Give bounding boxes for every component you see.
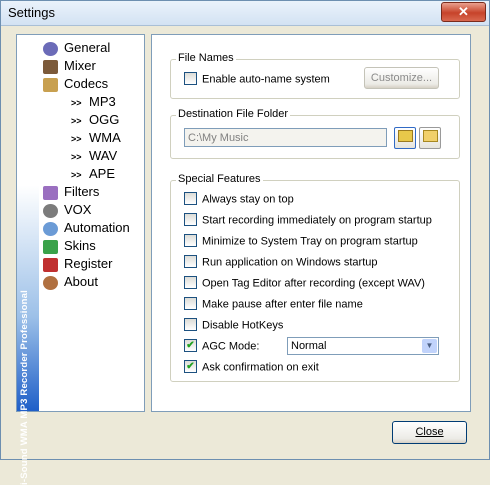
sidebar-item-mp3[interactable]: >> MP3	[71, 93, 116, 111]
window-title: Settings	[8, 5, 55, 20]
checkbox-box	[184, 255, 197, 268]
chevron-right-icon: >>	[71, 170, 82, 180]
sidebar-item-label: APE	[89, 166, 116, 181]
agc-mode-checkbox[interactable]: ✔ AGC Mode:	[184, 339, 260, 355]
option-label: AGC Mode:	[202, 340, 260, 353]
sidebar-item-vox[interactable]: VOX	[43, 201, 91, 219]
close-button[interactable]: Close	[392, 421, 467, 444]
chevron-right-icon: >>	[71, 134, 82, 144]
checkmark-icon: ✔	[184, 339, 197, 352]
auto-name-checkbox[interactable]: Enable auto-name system	[184, 72, 330, 88]
mixer-icon	[43, 59, 58, 74]
checkmark-icon: ✔	[184, 360, 197, 373]
option-label: Open Tag Editor after recording (except …	[202, 277, 425, 290]
clock-icon	[43, 221, 58, 236]
sidebar-item-mixer[interactable]: Mixer	[43, 57, 96, 75]
option-label: Always stay on top	[202, 193, 294, 206]
sidebar-item-ogg[interactable]: >> OGG	[71, 111, 119, 129]
sidebar-item-label: Filters	[64, 184, 100, 199]
skins-icon	[43, 239, 58, 254]
sidebar-item-label: About	[64, 274, 98, 289]
customize-button[interactable]: Customize...	[364, 67, 439, 89]
option-label: Disable HotKeys	[202, 319, 284, 332]
close-window-button[interactable]: ✕	[441, 2, 486, 22]
sidebar-item-filters[interactable]: Filters	[43, 183, 99, 201]
checkbox-box	[184, 318, 197, 331]
folder-icon	[422, 130, 438, 142]
agc-mode-value: Normal	[291, 340, 327, 352]
sidebar-item-skins[interactable]: Skins	[43, 237, 96, 255]
sidebar-item-label: Skins	[64, 238, 96, 253]
destination-title: Destination File Folder	[176, 108, 291, 120]
checkbox-box	[184, 72, 197, 85]
about-icon	[43, 275, 58, 290]
sidebar-item-label: Codecs	[64, 76, 109, 91]
option-label: Start recording immediately on program s…	[202, 214, 432, 227]
checkbox-box	[184, 234, 197, 247]
sidebar-item-label: Automation	[64, 220, 130, 235]
ask-confirmation-checkbox[interactable]: ✔ Ask confirmation on exit	[184, 360, 319, 376]
sidebar-item-register[interactable]: Register	[43, 255, 112, 273]
sidebar-item-label: WMA	[89, 130, 121, 145]
codecs-icon	[43, 77, 58, 92]
destination-path-input[interactable]: C:\My Music	[184, 128, 387, 147]
pause-after-name-checkbox[interactable]: Make pause after enter file name	[184, 297, 363, 313]
open-tag-editor-checkbox[interactable]: Open Tag Editor after recording (except …	[184, 276, 425, 292]
option-label: Ask confirmation on exit	[202, 361, 319, 374]
sidebar-item-label: General	[64, 40, 111, 55]
title-bar: Settings ✕	[1, 1, 489, 26]
sidebar-item-label: WAV	[89, 148, 118, 163]
sidebar-banner: i-Sound WMA MP3 Recorder Professional	[17, 35, 39, 485]
open-folder-button[interactable]	[419, 127, 441, 149]
sidebar-item-label: Register	[64, 256, 113, 271]
option-label: Make pause after enter file name	[202, 298, 363, 311]
gear-icon	[43, 41, 58, 56]
settings-window: Settings ✕ i-Sound WMA MP3 Recorder Prof…	[0, 0, 490, 485]
browse-folder-button[interactable]	[394, 127, 416, 149]
sidebar-item-label: Mixer	[64, 58, 96, 73]
start-recording-checkbox[interactable]: Start recording immediately on program s…	[184, 213, 432, 229]
special-features-title: Special Features	[176, 173, 263, 185]
file-names-title: File Names	[176, 52, 236, 64]
settings-panel: File Names Enable auto-name system Custo…	[151, 34, 471, 412]
checkbox-box	[184, 213, 197, 226]
product-name: i-Sound WMA MP3 Recorder Professional	[19, 290, 30, 485]
chevron-right-icon: >>	[71, 98, 82, 108]
option-label: Minimize to System Tray on program start…	[202, 235, 418, 248]
auto-name-label: Enable auto-name system	[202, 73, 330, 86]
minimize-tray-checkbox[interactable]: Minimize to System Tray on program start…	[184, 234, 418, 250]
register-icon	[43, 257, 58, 272]
always-on-top-checkbox[interactable]: Always stay on top	[184, 192, 294, 208]
filters-icon	[43, 185, 58, 200]
sidebar-item-automation[interactable]: Automation	[43, 219, 130, 237]
chevron-right-icon: >>	[71, 116, 82, 126]
sidebar-item-wav[interactable]: >> WAV	[71, 147, 117, 165]
sidebar-item-label: VOX	[64, 202, 92, 217]
vox-icon	[43, 203, 58, 218]
disable-hotkeys-checkbox[interactable]: Disable HotKeys	[184, 318, 284, 334]
sidebar-item-codecs[interactable]: Codecs	[43, 75, 108, 93]
agc-mode-select[interactable]: Normal ▼	[287, 337, 439, 355]
option-label: Run application on Windows startup	[202, 256, 378, 269]
sidebar-item-wma[interactable]: >> WMA	[71, 129, 121, 147]
new-folder-icon	[397, 130, 413, 142]
checkbox-box	[184, 192, 197, 205]
checkbox-box	[184, 297, 197, 310]
sidebar: i-Sound WMA MP3 Recorder Professional Ge…	[16, 34, 145, 485]
chevron-right-icon: >>	[71, 152, 82, 162]
sidebar-item-label: MP3	[89, 94, 116, 109]
chevron-down-icon: ▼	[422, 339, 437, 353]
run-on-startup-checkbox[interactable]: Run application on Windows startup	[184, 255, 378, 271]
sidebar-item-ape[interactable]: >> APE	[71, 165, 115, 183]
sidebar-item-label: OGG	[89, 112, 120, 127]
sidebar-item-about[interactable]: About	[43, 273, 98, 291]
sidebar-item-general[interactable]: General	[43, 39, 110, 57]
checkbox-box	[184, 276, 197, 289]
